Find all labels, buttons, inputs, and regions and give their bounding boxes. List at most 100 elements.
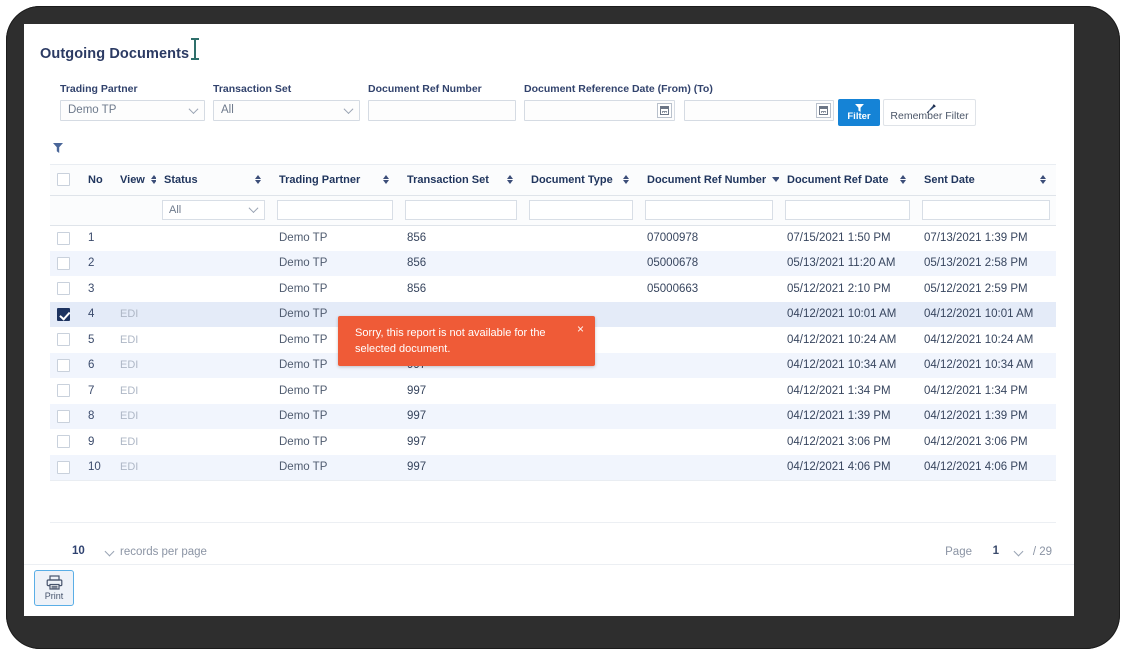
row-select-cell[interactable] [50, 353, 80, 379]
filter-document-ref-number: Document Ref Number [368, 82, 516, 121]
filter-document-ref-number-cell-input[interactable] [645, 200, 773, 220]
table-row[interactable]: 1Demo TP8560700097807/15/2021 1:50 PM07/… [50, 225, 1056, 251]
filter-transaction-set-value: All [214, 101, 234, 120]
cell-view [112, 225, 156, 251]
filter-cell-transaction-set[interactable] [399, 195, 523, 225]
funnel-icon[interactable] [52, 142, 64, 154]
sort-icon[interactable] [255, 174, 263, 185]
select-all-checkbox[interactable] [57, 173, 70, 186]
row-select-cell[interactable] [50, 455, 80, 481]
cell-view[interactable]: EDI [112, 455, 156, 481]
sort-icon[interactable] [623, 174, 631, 185]
filter-cell-document-type[interactable] [523, 195, 639, 225]
filter-doc-ref-date-to-input[interactable] [684, 100, 835, 121]
col-header-transaction-set-label: Transaction Set [407, 174, 489, 186]
filter-document-ref-number-input[interactable] [368, 100, 516, 121]
filter-cell-document-ref-date[interactable] [779, 195, 916, 225]
row-checkbox[interactable] [57, 384, 70, 397]
filter-trading-partner-label: Trading Partner [60, 82, 205, 96]
page-size-value[interactable]: 10 [72, 545, 85, 557]
cell-document-ref-date: 04/12/2021 1:34 PM [779, 378, 916, 404]
filter-trading-partner-select[interactable]: Demo TP [60, 100, 205, 121]
cell-view[interactable]: EDI [112, 429, 156, 455]
col-header-sent-date[interactable]: Sent Date [916, 165, 1056, 195]
row-checkbox[interactable] [57, 410, 70, 423]
row-checkbox[interactable] [57, 232, 70, 245]
col-header-view[interactable]: View [112, 165, 156, 195]
col-header-transaction-set[interactable]: Transaction Set [399, 165, 523, 195]
col-header-status[interactable]: Status [156, 165, 271, 195]
cell-no: 6 [80, 353, 112, 379]
col-header-document-type[interactable]: Document Type [523, 165, 639, 195]
filter-trading-partner-cell-input[interactable] [277, 200, 393, 220]
cell-document-ref-date: 04/12/2021 3:06 PM [779, 429, 916, 455]
table-row[interactable]: 7EDIDemo TP99704/12/2021 1:34 PM04/12/20… [50, 378, 1056, 404]
cell-no: 3 [80, 276, 112, 302]
filter-cell-sent-date[interactable] [916, 195, 1056, 225]
print-button[interactable]: Print [34, 570, 74, 606]
row-select-cell[interactable] [50, 404, 80, 430]
filter-button[interactable]: Filter [838, 99, 880, 126]
col-header-document-ref-number[interactable]: Document Ref Number [639, 165, 779, 195]
cell-sent-date: 07/13/2021 1:39 PM [916, 225, 1056, 251]
cell-status [156, 378, 271, 404]
cell-view[interactable]: EDI [112, 378, 156, 404]
sort-icon[interactable] [507, 174, 515, 185]
row-select-cell[interactable] [50, 251, 80, 277]
table-row[interactable]: 9EDIDemo TP99704/12/2021 3:06 PM04/12/20… [50, 429, 1056, 455]
sort-icon[interactable] [1040, 174, 1048, 185]
filter-cell-blank-no [80, 195, 112, 225]
calendar-icon[interactable] [816, 103, 831, 118]
close-icon[interactable]: × [577, 323, 584, 335]
cell-document-ref-date: 04/12/2021 10:24 AM [779, 327, 916, 353]
row-select-cell[interactable] [50, 378, 80, 404]
row-select-cell[interactable] [50, 225, 80, 251]
cell-status [156, 404, 271, 430]
filter-cell-status[interactable]: All [156, 195, 271, 225]
table-row[interactable]: 2Demo TP8560500067805/13/2021 11:20 AM05… [50, 251, 1056, 277]
col-header-document-ref-number-label: Document Ref Number [647, 174, 766, 186]
cell-document-ref-date: 05/12/2021 2:10 PM [779, 276, 916, 302]
row-select-cell[interactable] [50, 276, 80, 302]
table-row[interactable]: 10EDIDemo TP99704/12/2021 4:06 PM04/12/2… [50, 455, 1056, 481]
page-number-value[interactable]: 1 [993, 545, 999, 557]
filter-document-ref-date-cell-input[interactable] [785, 200, 910, 220]
row-select-cell[interactable] [50, 429, 80, 455]
row-checkbox[interactable] [57, 435, 70, 448]
filter-cell-document-ref-number[interactable] [639, 195, 779, 225]
col-header-document-ref-date[interactable]: Document Ref Date [779, 165, 916, 195]
select-all-header[interactable] [50, 165, 80, 195]
row-checkbox[interactable] [57, 333, 70, 346]
remember-filter-button[interactable]: Remember Filter [883, 99, 976, 126]
table-row[interactable]: 3Demo TP8560500066305/12/2021 2:10 PM05/… [50, 276, 1056, 302]
filter-sent-date-cell-input[interactable] [922, 200, 1050, 220]
calendar-icon[interactable] [657, 103, 672, 118]
row-select-cell[interactable] [50, 327, 80, 353]
row-checkbox[interactable] [57, 461, 70, 474]
filter-doc-ref-date-from-input[interactable] [524, 100, 675, 121]
filter-status-select[interactable]: All [162, 200, 265, 220]
filter-transaction-set-select[interactable]: All [213, 100, 360, 121]
remember-filter-label: Remember Filter [884, 110, 975, 122]
cell-document-ref-number [639, 327, 779, 353]
chevron-down-icon[interactable] [1014, 547, 1024, 557]
bottom-toolbar: Print [24, 564, 1074, 616]
row-checkbox[interactable] [57, 282, 70, 295]
row-checkbox[interactable] [57, 308, 70, 321]
filter-cell-trading-partner[interactable] [271, 195, 399, 225]
col-header-trading-partner[interactable]: Trading Partner [271, 165, 399, 195]
cell-view[interactable]: EDI [112, 404, 156, 430]
sort-icon[interactable] [383, 174, 391, 185]
table-row[interactable]: 8EDIDemo TP99704/12/2021 1:39 PM04/12/20… [50, 404, 1056, 430]
cell-view[interactable]: EDI [112, 353, 156, 379]
cell-view[interactable]: EDI [112, 302, 156, 328]
chevron-down-icon[interactable] [105, 547, 115, 557]
cell-view[interactable]: EDI [112, 327, 156, 353]
row-select-cell[interactable] [50, 302, 80, 328]
cell-no: 9 [80, 429, 112, 455]
row-checkbox[interactable] [57, 359, 70, 372]
sort-icon[interactable] [900, 174, 908, 185]
row-checkbox[interactable] [57, 257, 70, 270]
filter-document-type-cell-input[interactable] [529, 200, 633, 220]
filter-transaction-set-cell-input[interactable] [405, 200, 517, 220]
